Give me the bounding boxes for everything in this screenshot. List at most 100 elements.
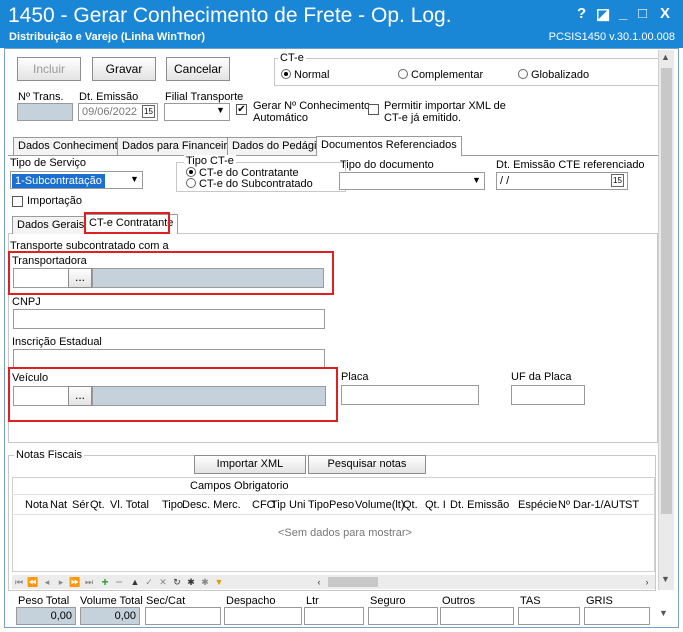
placa-input[interactable]: [341, 385, 479, 405]
dt-emissao-label: Dt. Emissão: [79, 91, 139, 103]
maximize-icon[interactable]: □: [638, 5, 647, 22]
pesquisar-notas-button[interactable]: Pesquisar notas: [308, 455, 426, 474]
sec-cat-input[interactable]: [145, 607, 221, 625]
veiculo-label: Veículo: [12, 372, 49, 384]
tipo-servico-select[interactable]: 1-Subcontratação: [10, 171, 143, 189]
col-vl-total[interactable]: Vl. Total: [110, 499, 149, 511]
volume-total-label: Volume Total: [80, 595, 143, 607]
tab-dados-financeiro[interactable]: Dados para Financeiro: [117, 137, 239, 155]
chevron-down-icon[interactable]: ▼: [216, 105, 225, 115]
veiculo-code-input[interactable]: [13, 386, 69, 406]
scroll-down-icon[interactable]: ▼: [659, 608, 668, 618]
cnpj-input[interactable]: [13, 309, 325, 329]
asterisk-icon[interactable]: ✱: [184, 575, 198, 589]
col-st[interactable]: ST: [625, 499, 639, 511]
close-icon[interactable]: X: [660, 5, 670, 22]
transportadora-lookup-button[interactable]: ...: [68, 268, 92, 288]
col-volume[interactable]: Volume(lt): [355, 499, 405, 511]
col-tipo[interactable]: Tipo: [162, 499, 183, 511]
col-nat[interactable]: Nat: [50, 499, 67, 511]
veiculo-lookup-button[interactable]: ...: [68, 386, 92, 406]
asterisk-disabled-icon[interactable]: ✱: [198, 575, 212, 589]
col-peso[interactable]: Peso: [329, 499, 354, 511]
col-tip[interactable]: Tip: [271, 499, 286, 511]
col-uni[interactable]: Uni: [289, 499, 306, 511]
tas-label: TAS: [520, 595, 541, 607]
num-trans-input[interactable]: [17, 103, 73, 121]
minimize-icon[interactable]: _: [619, 5, 627, 22]
cancel-icon[interactable]: ✕: [156, 575, 170, 589]
next-page-icon[interactable]: ⏩: [68, 575, 82, 589]
scroll-right-icon[interactable]: ›: [640, 575, 654, 589]
filter-icon[interactable]: ▼: [212, 575, 226, 589]
tab-dados-pedagio[interactable]: Dados do Pedágio: [227, 137, 328, 155]
ie-label: Inscrição Estadual: [12, 336, 102, 348]
gerar-label-1: Gerar Nº Conhecimento: [253, 100, 371, 112]
chevron-down-icon[interactable]: ▼: [130, 174, 139, 184]
gerar-checkbox[interactable]: ✔: [236, 104, 247, 115]
gravar-button[interactable]: Gravar: [92, 57, 156, 81]
calendar-icon[interactable]: 15: [611, 174, 624, 187]
edit-icon[interactable]: ✓: [142, 575, 156, 589]
scroll-down-icon[interactable]: ▼: [661, 574, 670, 584]
tab-dados-conhecimento[interactable]: Dados Conhecimento: [13, 137, 129, 155]
cte-subcontratado-radio[interactable]: CT-e do Subcontratado: [186, 178, 313, 190]
importar-xml-button[interactable]: Importar XML: [194, 455, 306, 474]
chevron-down-icon[interactable]: ▼: [472, 175, 481, 185]
cancelar-button[interactable]: Cancelar: [166, 57, 230, 81]
col-qt-2[interactable]: Qt.: [403, 499, 418, 511]
cte-globalizado-radio[interactable]: Globalizado: [518, 69, 589, 81]
col-especie[interactable]: Espécie: [518, 499, 557, 511]
gris-label: GRIS: [586, 595, 613, 607]
col-qt-3[interactable]: Qt. I: [425, 499, 446, 511]
dt-emissao-cte-input[interactable]: / /: [496, 172, 628, 190]
next-icon[interactable]: ▸: [54, 575, 68, 589]
scroll-thumb[interactable]: [661, 68, 672, 514]
transportadora-code-input[interactable]: [13, 268, 69, 288]
col-nota[interactable]: Nota: [25, 499, 48, 511]
peso-total-label: Peso Total: [18, 595, 70, 607]
col-dar[interactable]: Nº Dar-1/AUT: [558, 499, 626, 511]
incluir-button[interactable]: Incluir: [17, 57, 81, 81]
prev-icon[interactable]: ◂: [40, 575, 54, 589]
refresh-icon[interactable]: ↻: [170, 575, 184, 589]
outros-input[interactable]: [440, 607, 514, 625]
seguro-label: Seguro: [370, 595, 406, 607]
scroll-up-icon[interactable]: ▲: [661, 52, 670, 62]
ltr-input[interactable]: [304, 607, 364, 625]
importacao-checkbox[interactable]: [12, 196, 23, 207]
ie-input[interactable]: [13, 349, 325, 369]
calendar-icon[interactable]: 15: [142, 105, 155, 118]
up-icon[interactable]: ▲: [128, 575, 142, 589]
col-ser[interactable]: Sér: [72, 499, 89, 511]
col-desc-merc[interactable]: Desc. Merc.: [182, 499, 241, 511]
scroll-left-icon[interactable]: ‹: [312, 575, 326, 589]
remove-icon[interactable]: −: [112, 575, 126, 589]
add-icon[interactable]: +: [98, 575, 112, 589]
col-dt-emissao[interactable]: Dt. Emissão: [450, 499, 509, 511]
grid-header-line: [12, 494, 655, 495]
prev-page-icon[interactable]: ⏪: [26, 575, 40, 589]
col-qt[interactable]: Qt.: [90, 499, 105, 511]
vertical-scrollbar[interactable]: ▲ ▼: [658, 50, 674, 590]
tipo-documento-select[interactable]: [339, 172, 485, 190]
uf-placa-input[interactable]: [511, 385, 585, 405]
tab-dados-gerais[interactable]: Dados Gerais: [12, 216, 90, 234]
gris-input[interactable]: [584, 607, 650, 625]
importacao-label: Importação: [27, 195, 83, 207]
grid-hscroll-thumb[interactable]: [328, 577, 378, 587]
notas-fiscais-label: Notas Fiscais: [14, 449, 85, 461]
tab-documentos-referenciados[interactable]: Documentos Referenciados: [316, 136, 462, 156]
help-icon[interactable]: ?: [577, 5, 586, 22]
despacho-input[interactable]: [224, 607, 302, 625]
cte-complementar-radio[interactable]: Complementar: [398, 69, 483, 81]
col-tipo-2[interactable]: Tipo: [308, 499, 329, 511]
restore-icon[interactable]: ◪: [596, 5, 610, 23]
notas-grid[interactable]: [12, 477, 655, 572]
last-icon[interactable]: ⏭: [82, 575, 96, 589]
permitir-checkbox[interactable]: [368, 104, 379, 115]
tas-input[interactable]: [518, 607, 580, 625]
cte-normal-radio[interactable]: Normal: [281, 69, 329, 81]
first-icon[interactable]: ⏮: [12, 575, 26, 589]
seguro-input[interactable]: [368, 607, 438, 625]
